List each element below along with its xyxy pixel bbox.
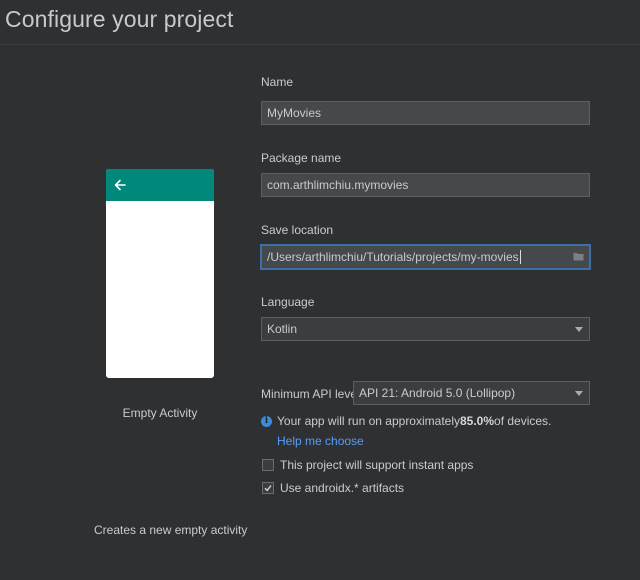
androidx-option[interactable]: Use androidx.* artifacts [262, 481, 404, 495]
folder-icon[interactable] [573, 252, 584, 261]
name-field[interactable]: MyMovies [261, 101, 590, 125]
title-divider [0, 44, 640, 45]
device-coverage-info: i Your app will run on approximately 85.… [261, 414, 551, 428]
androidx-label: Use androidx.* artifacts [280, 481, 405, 495]
save-location-field-value: /Users/arthlimchiu/Tutorials/projects/my… [267, 250, 521, 264]
package-name-label: Package name [261, 151, 342, 165]
min-api-label: Minimum API level [261, 387, 360, 401]
instant-apps-label: This project will support instant apps [280, 458, 474, 472]
instant-apps-checkbox[interactable] [262, 459, 274, 471]
info-prefix: Your app will run on approximately [277, 414, 460, 428]
arrow-back-icon [114, 179, 126, 191]
page-title: Configure your project [5, 6, 234, 32]
text-caret [519, 250, 521, 264]
template-description: Creates a new empty activity [94, 523, 248, 537]
min-api-selected: API 21: Android 5.0 (Lollipop) [359, 386, 516, 400]
template-name: Empty Activity [122, 406, 198, 420]
language-label: Language [261, 295, 315, 309]
language-dropdown[interactable]: Kotlin [261, 317, 590, 341]
instant-apps-option[interactable]: This project will support instant apps [262, 458, 473, 472]
min-api-dropdown[interactable]: API 21: Android 5.0 (Lollipop) [353, 381, 590, 405]
preview-app-bar [106, 169, 214, 201]
configure-project-page: Configure your project Empty Activity Cr… [0, 0, 640, 580]
name-label: Name [261, 75, 294, 89]
save-location-label: Save location [261, 223, 334, 237]
checkmark-icon [264, 485, 272, 492]
package-name-field[interactable]: com.arthlimchiu.mymovies [261, 173, 590, 197]
help-me-choose-link[interactable]: Help me choose [277, 434, 364, 448]
chevron-down-icon [575, 391, 583, 396]
save-location-field[interactable]: /Users/arthlimchiu/Tutorials/projects/my… [260, 244, 591, 270]
info-icon: i [261, 415, 272, 427]
activity-preview [106, 169, 214, 378]
language-selected: Kotlin [267, 322, 298, 336]
name-field-value: MyMovies [267, 106, 322, 120]
coverage-percent: 85.0% [460, 414, 495, 428]
info-suffix: of devices. [494, 414, 552, 428]
package-name-field-value: com.arthlimchiu.mymovies [267, 178, 409, 192]
androidx-checkbox[interactable] [262, 482, 274, 494]
chevron-down-icon [575, 327, 583, 332]
